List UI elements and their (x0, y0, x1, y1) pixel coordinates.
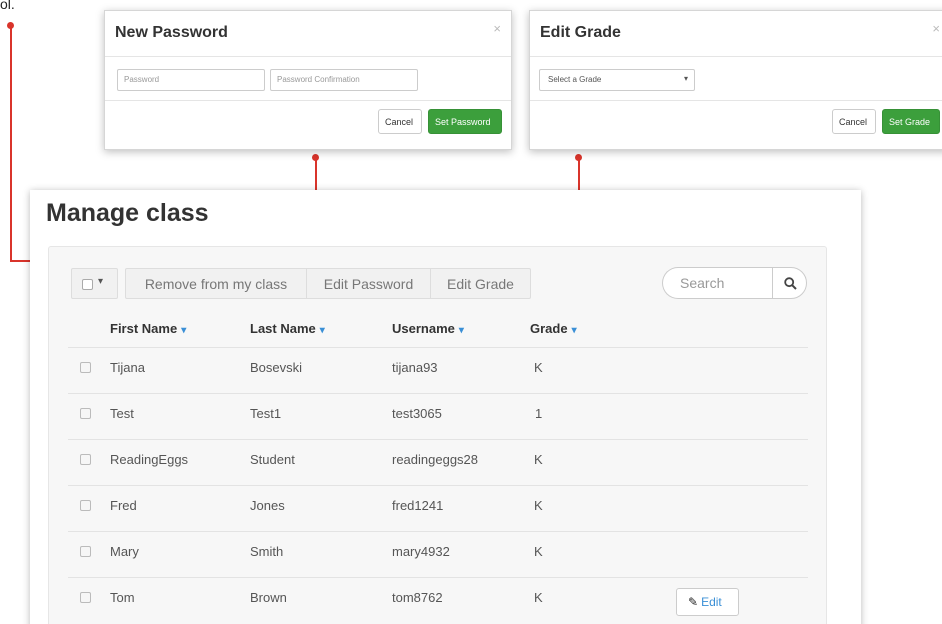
callout-dot-grade (575, 154, 582, 161)
column-header-last-name[interactable]: Last Name ▾ (250, 321, 325, 336)
row-checkbox[interactable] (80, 362, 91, 373)
cell-username: fred1241 (392, 498, 444, 513)
cell-grade: K (534, 498, 543, 513)
callout-dot-password (312, 154, 319, 161)
column-header-grade[interactable]: Grade ▾ (530, 321, 577, 336)
pencil-icon: ✎ (688, 595, 699, 609)
modal-body: Password Password Confirmation (105, 57, 511, 101)
search-input[interactable]: Search (662, 267, 774, 299)
column-header-label: Last Name (250, 321, 316, 336)
chevron-down-icon: ▾ (98, 276, 104, 287)
modal-title: New Password (115, 24, 228, 41)
grade-select-value: Select a Grade (548, 75, 602, 84)
cell-username: tijana93 (392, 360, 438, 375)
modal-title: Edit Grade (540, 24, 621, 41)
remove-from-class-button[interactable]: Remove from my class (125, 268, 307, 299)
set-password-button[interactable]: Set Password (428, 109, 502, 134)
cell-grade: K (534, 544, 543, 559)
modal-footer: Cancel Set Grade (530, 101, 942, 143)
edit-grade-modal: Edit Grade × Select a Grade ▾ Cancel Set… (529, 10, 942, 150)
row-checkbox[interactable] (80, 546, 91, 557)
cell-last-name: Brown (250, 590, 287, 605)
cell-grade: K (534, 452, 543, 467)
set-grade-button[interactable]: Set Grade (882, 109, 940, 134)
row-checkbox[interactable] (80, 408, 91, 419)
chevron-down-icon: ▾ (683, 74, 688, 83)
edit-grade-button[interactable]: Edit Grade (430, 268, 531, 299)
callout-line-remove-v (10, 26, 12, 262)
column-header-first-name[interactable]: First Name ▾ (110, 321, 186, 336)
modal-footer: Cancel Set Password (105, 101, 511, 143)
sort-caret-icon: ▾ (458, 325, 464, 336)
cell-last-name: Smith (250, 544, 284, 559)
column-header-label: First Name (110, 321, 178, 336)
row-checkbox[interactable] (80, 454, 91, 465)
cell-first-name: Test (110, 406, 134, 421)
sort-caret-icon: ▾ (181, 325, 187, 336)
stray-text: ol. (0, 0, 15, 12)
column-header-label: Username (392, 321, 455, 336)
cell-username: mary4932 (392, 544, 450, 559)
edit-label: Edit (701, 595, 722, 609)
edit-row-button[interactable]: ✎ Edit (676, 588, 739, 616)
cancel-button[interactable]: Cancel (378, 109, 422, 134)
close-icon[interactable]: × (493, 21, 501, 36)
row-checkbox[interactable] (80, 592, 91, 603)
select-all-dropdown[interactable]: ▾ (71, 268, 118, 299)
cell-username: readingeggs28 (392, 452, 479, 467)
row-checkbox[interactable] (80, 500, 91, 511)
modal-header: New Password × (105, 11, 511, 57)
cell-grade: 1 (535, 406, 543, 421)
cell-username: test3065 (392, 406, 442, 421)
cell-first-name: Tom (110, 590, 135, 605)
cell-first-name: Fred (110, 498, 137, 513)
modal-body: Select a Grade ▾ (530, 57, 942, 101)
cell-last-name: Jones (250, 498, 285, 513)
edit-password-button[interactable]: Edit Password (306, 268, 431, 299)
cell-grade: K (534, 360, 543, 375)
select-all-checkbox[interactable] (82, 279, 93, 290)
search-icon (784, 277, 797, 290)
cell-last-name: Bosevski (250, 360, 303, 375)
cell-last-name: Student (250, 452, 295, 467)
column-header-username[interactable]: Username ▾ (392, 321, 464, 336)
callout-dot-remove (7, 22, 14, 29)
table-row[interactable] (68, 347, 808, 393)
grade-select[interactable]: Select a Grade ▾ (539, 69, 695, 91)
cell-grade: K (534, 590, 543, 605)
new-password-modal: New Password × Password Password Confirm… (104, 10, 512, 150)
password-confirmation-field[interactable]: Password Confirmation (270, 69, 418, 91)
page-title: Manage class (46, 199, 209, 227)
screenshot-stage: ol. New Password × Password Password Con… (0, 0, 942, 624)
modal-header: Edit Grade × (530, 11, 942, 57)
column-header-label: Grade (530, 321, 568, 336)
cell-first-name: ReadingEggs (110, 452, 189, 467)
sort-caret-icon: ▾ (571, 325, 577, 336)
password-field[interactable]: Password (117, 69, 265, 91)
sort-caret-icon: ▾ (319, 325, 325, 336)
cancel-button[interactable]: Cancel (832, 109, 876, 134)
cell-first-name: Mary (110, 544, 139, 559)
cell-last-name: Test1 (250, 406, 282, 421)
close-icon[interactable]: × (932, 21, 940, 36)
cell-first-name: Tijana (110, 360, 145, 375)
cell-username: tom8762 (392, 590, 443, 605)
search-button[interactable] (772, 267, 807, 299)
